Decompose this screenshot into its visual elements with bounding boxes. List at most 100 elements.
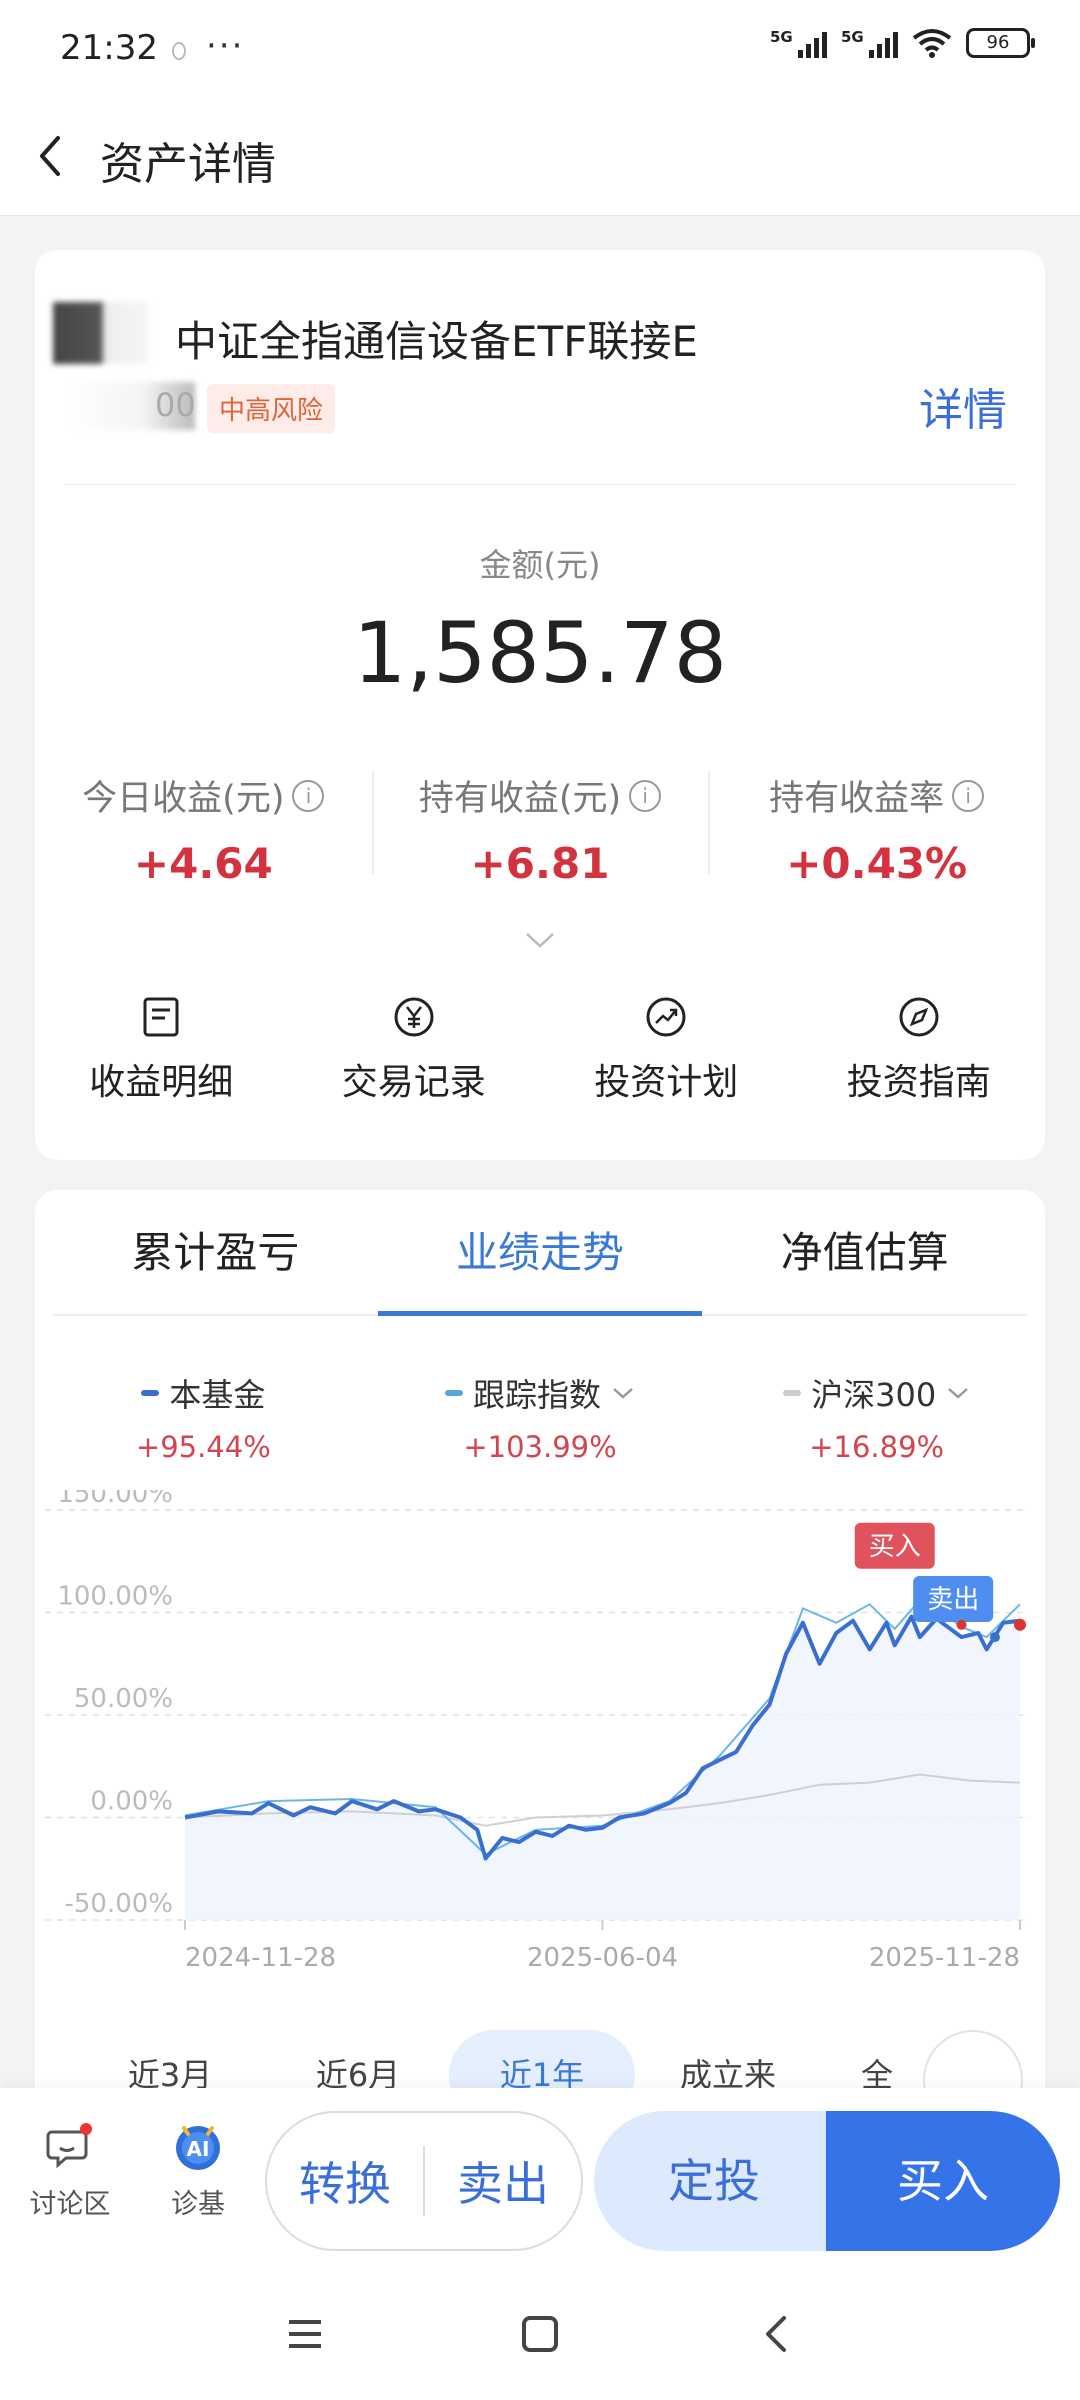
action-label: 收益明细 (89, 1062, 234, 1103)
network-type-label-2: 5G (841, 28, 864, 46)
status-more-dots: ··· (206, 26, 245, 66)
info-icon[interactable]: i (629, 779, 662, 812)
chart-legend: 本基金 +95.44% 跟踪指数 +103.99% 沪深300 +16.89% (35, 1370, 1045, 1464)
tab-nav-estimate[interactable]: 净值估算 (702, 1190, 1027, 1314)
action-invest-guide[interactable]: 投资指南 (793, 995, 1046, 1105)
action-label: 交易记录 (341, 1062, 486, 1103)
sell-button[interactable]: 卖出 (425, 2148, 581, 2214)
legend-tracking-index[interactable]: 跟踪指数 +103.99% (372, 1370, 709, 1464)
stat-label: 今日收益(元) (82, 779, 285, 819)
ai-diagnose-label: 诊基 (171, 2189, 225, 2220)
signal-icon-2: 5G (841, 28, 898, 58)
stat-value: +4.64 (133, 839, 273, 888)
stat-value: +0.43% (786, 839, 968, 888)
page-title: 资产详情 (100, 139, 276, 190)
redacted-fund-prefix (53, 302, 148, 364)
legend-name: 跟踪指数 (473, 1376, 602, 1414)
legend-fund: 本基金 +95.44% (35, 1370, 372, 1464)
fund-name: 中证全指通信设备ETF联接E (175, 317, 698, 366)
amount-value: 1,585.78 (352, 604, 728, 702)
action-label: 投资计划 (594, 1062, 739, 1103)
earnings-stats: 今日收益(元) i +4.64 持有收益(元) i +6.81 持有收益率 i +0.… (35, 770, 1045, 888)
y-tick-label: 100.00% (57, 1582, 173, 1612)
stat-today-earnings: 今日收益(元) i +4.64 (35, 770, 372, 888)
bottom-action-bar: 讨论区 AI 诊基 转换 卖出 定投 买入 (0, 2088, 1080, 2272)
y-tick-label: -50.00% (64, 1889, 173, 1919)
fund-area (185, 1616, 1020, 1920)
wifi-icon (912, 29, 952, 58)
legend-name: 本基金 (169, 1376, 266, 1414)
stat-holding-rate: 持有收益率 i +0.43% (708, 770, 1045, 888)
y-tick-label: 50.00% (74, 1684, 173, 1714)
y-tick-label: 150.00% (57, 1490, 173, 1509)
divider (65, 484, 1015, 485)
action-label: 投资指南 (846, 1062, 991, 1103)
stat-label: 持有收益率 (769, 779, 945, 819)
buy-marker-label: 买入 (869, 1532, 921, 1562)
chevron-down-icon (948, 1388, 969, 1399)
ai-diagnose-button[interactable]: AI 诊基 (143, 2118, 253, 2221)
compass-icon (899, 997, 939, 1037)
tab-cumulative-pnl[interactable]: 累计盈亏 (53, 1190, 378, 1314)
chat-icon (46, 2123, 92, 2169)
trade-dot (956, 1619, 967, 1630)
stat-label: 持有收益(元) (418, 779, 622, 819)
stat-value: +6.81 (470, 839, 610, 888)
battery-icon: 96 (966, 28, 1035, 58)
action-invest-plan[interactable]: 投资计划 (540, 995, 793, 1105)
risk-badge: 中高风险 (207, 384, 336, 433)
x-tick-label: 2024-11-28 (185, 1943, 336, 1973)
legend-value: +103.99% (463, 1430, 617, 1464)
ai-robot-icon: AI (176, 2126, 220, 2170)
auto-invest-button[interactable]: 定投 (594, 2111, 834, 2251)
document-icon (143, 997, 179, 1037)
legend-swatch (783, 1390, 802, 1396)
buy-button[interactable]: 买入 (826, 2111, 1060, 2251)
system-nav-bar (0, 2272, 1080, 2400)
performance-tabs: 累计盈亏 业绩走势 净值估算 (53, 1190, 1027, 1316)
x-tick-label: 2025-06-04 (527, 1943, 678, 1973)
ai-badge-text: AI (187, 2137, 210, 2161)
expand-chevron-icon[interactable] (525, 930, 555, 950)
legend-swatch (445, 1390, 463, 1396)
trade-dot (989, 1632, 1000, 1643)
tab-performance-trend[interactable]: 业绩走势 (377, 1190, 703, 1316)
forum-button[interactable]: 讨论区 (15, 2118, 125, 2221)
legend-swatch (141, 1390, 160, 1396)
trade-dot (1014, 1618, 1026, 1631)
info-icon[interactable]: i (292, 779, 325, 812)
action-earnings-detail[interactable]: 收益明细 (35, 995, 288, 1105)
x-tick-label: 2025-11-28 (869, 1943, 1020, 1973)
legend-value: +16.89% (809, 1430, 945, 1464)
notification-bubble-icon (172, 42, 186, 60)
detail-link[interactable]: 详情 (919, 374, 1007, 438)
action-trade-records[interactable]: 交易记录 (288, 995, 541, 1105)
performance-card: 累计盈亏 业绩走势 净值估算 本基金 +95.44% 跟踪指数 +103.99%… (35, 1190, 1045, 2130)
home-icon[interactable] (520, 2314, 560, 2354)
asset-summary-card: 中证全指通信设备ETF联接E 00 中高风险 详情 金额(元) 1,585.78… (35, 250, 1045, 1160)
amount-label: 金额(元) (479, 546, 601, 584)
legend-csi300[interactable]: 沪深300 +16.89% (708, 1370, 1045, 1464)
menu-icon[interactable] (285, 2314, 325, 2354)
performance-chart[interactable]: 150.00% 100.00% 50.00% 0.00% -50.00% 2024-11-… (35, 1490, 1045, 2010)
network-type-label: 5G (770, 28, 793, 46)
quick-actions: 收益明细 交易记录 投资计划 投资指南 (35, 995, 1045, 1105)
convert-sell-group: 转换 卖出 (265, 2111, 583, 2251)
status-time: 21:32 (60, 28, 158, 68)
back-arrow-icon[interactable] (30, 126, 70, 186)
app-header: 资产详情 (0, 100, 1080, 216)
signal-icon: 5G (770, 28, 827, 58)
trend-icon (646, 997, 686, 1037)
status-bar: 21:32 ··· 5G 5G 96 (0, 0, 1080, 100)
sell-marker-label: 卖出 (927, 1585, 979, 1615)
yen-icon (394, 997, 434, 1037)
back-icon[interactable] (756, 2314, 796, 2354)
forum-label: 讨论区 (29, 2189, 111, 2220)
y-tick-label: 0.00% (90, 1787, 173, 1817)
legend-value: +95.44% (135, 1430, 271, 1464)
chevron-down-icon (613, 1388, 633, 1399)
info-icon[interactable]: i (952, 779, 985, 812)
fund-code-tail: 00 (155, 386, 196, 424)
stat-holding-earnings: 持有收益(元) i +6.81 (371, 770, 709, 888)
convert-button[interactable]: 转换 (267, 2148, 423, 2214)
